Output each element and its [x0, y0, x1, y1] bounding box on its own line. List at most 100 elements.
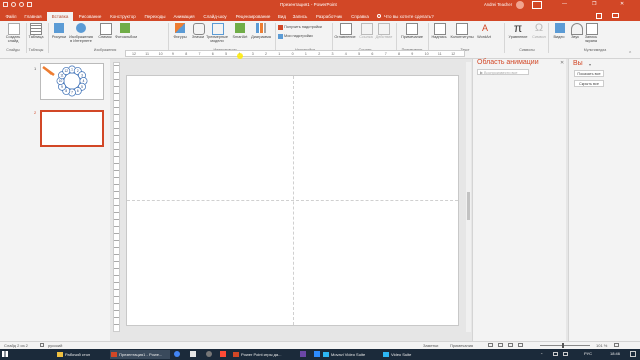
video-button[interactable]: Видео [550, 35, 568, 39]
taskbar-item-movavi[interactable]: Movavi Video Suite [322, 350, 382, 359]
save-icon[interactable] [3, 2, 8, 7]
ruler-tick-label: 2 [265, 51, 267, 56]
share-icon[interactable] [596, 13, 602, 19]
chrome-icon[interactable] [174, 351, 180, 357]
show-all-button[interactable]: Показать все [574, 70, 604, 77]
language-indicator[interactable]: русский [48, 343, 62, 348]
link-button[interactable]: Ссылка [357, 35, 375, 39]
avatar[interactable] [516, 1, 524, 9]
app-icon[interactable] [220, 351, 226, 357]
network-icon[interactable] [553, 352, 558, 356]
screen-recording-icon [586, 23, 598, 35]
slideshow-view-icon[interactable] [518, 343, 523, 347]
tab-view[interactable]: Вид [276, 12, 288, 21]
vertical-ruler[interactable] [113, 62, 120, 332]
wordart-button[interactable]: WordArt [474, 35, 494, 39]
clock[interactable]: 18:46 [610, 351, 620, 356]
comment-button[interactable]: Примечание [398, 35, 426, 39]
slide-thumbnail-2-selected[interactable] [40, 110, 104, 147]
text-box-button[interactable]: Надпись [429, 35, 449, 39]
app-icon[interactable] [206, 351, 212, 357]
minimize-button[interactable]: — [562, 1, 567, 7]
volume-icon[interactable] [563, 352, 568, 356]
tab-animations[interactable]: Анимация [170, 12, 198, 21]
tab-record[interactable]: Запись [291, 12, 309, 21]
symbol-button[interactable]: Символ [530, 35, 548, 39]
close-button[interactable]: ✕ [620, 1, 624, 7]
tab-draw[interactable]: Рисование [76, 12, 104, 21]
app-icon[interactable] [190, 351, 196, 357]
app-icon[interactable] [314, 351, 320, 357]
pane-options-icon[interactable]: ▾ [589, 62, 591, 67]
collapse-ribbon-icon[interactable]: ⌃ [628, 51, 632, 57]
slideshow-start-icon[interactable] [27, 2, 32, 7]
horizontal-guide[interactable] [127, 200, 458, 201]
ribbon-display-options-icon[interactable] [532, 1, 542, 9]
tab-review[interactable]: Рецензирование [232, 12, 274, 21]
zoom-level[interactable]: 101 % [596, 343, 607, 348]
video-icon [555, 23, 565, 33]
comments-icon[interactable] [612, 13, 619, 18]
chart-button[interactable]: Диаграмма [248, 35, 274, 39]
tab-help[interactable]: Справка [349, 12, 371, 21]
notes-button[interactable]: Заметки [423, 343, 438, 348]
reading-view-icon[interactable] [508, 343, 513, 347]
slide-thumbnail-1[interactable]: 1 2 3 4 5 6 7 8 9 10 11 12 [40, 63, 104, 100]
taskbar-item-video-suite[interactable]: Video Suite [382, 350, 432, 359]
ruler-tick-label: 8 [185, 51, 188, 56]
hide-all-button[interactable]: Скрыть все [574, 80, 604, 87]
tell-me-search[interactable]: Что вы хотите сделать? [384, 12, 450, 21]
header-footer-button[interactable]: Колонтитулы [449, 35, 475, 39]
tab-slideshow[interactable]: Слайд-шоу [201, 12, 229, 21]
play-all-button[interactable]: ▶ Воспроизвести все [477, 69, 529, 75]
screen-recording-button-line2: экрана [584, 39, 598, 43]
equation-button[interactable]: Уравнение [506, 35, 530, 39]
tab-design[interactable]: Конструктор [107, 12, 139, 21]
spellcheck-icon[interactable] [40, 343, 44, 347]
keyboard-language[interactable]: РУС [584, 351, 592, 356]
pictures-icon [54, 23, 64, 33]
tab-developer[interactable]: Разработчик [312, 12, 346, 21]
movavi-icon [323, 352, 329, 357]
photo-album-button[interactable]: Фотоальбом [114, 35, 138, 39]
text-box-icon [434, 23, 446, 35]
ruler-tick-label: 6 [211, 51, 214, 56]
link-icon [361, 23, 373, 35]
scrollbar-thumb[interactable] [467, 192, 470, 220]
tab-file[interactable]: Файл [4, 12, 18, 21]
horizontal-ruler[interactable]: 1211109876543210123456789101112 [125, 50, 465, 57]
tab-transitions[interactable]: Переходы [142, 12, 168, 21]
table-button[interactable]: Таблица [25, 35, 47, 39]
undo-icon[interactable] [11, 2, 16, 7]
ruler-tick-label: 7 [198, 51, 201, 56]
restore-button[interactable]: ❐ [592, 1, 596, 7]
my-addins-button[interactable]: Мои надстройки [284, 34, 313, 38]
slide-canvas[interactable] [126, 75, 459, 326]
taskbar-item-powerpoint[interactable]: Презентация1 - Powe... [110, 350, 170, 359]
fit-to-window-icon[interactable] [614, 343, 619, 347]
zoom-button[interactable]: Оглавление [333, 35, 357, 39]
tab-home[interactable]: Главная [21, 12, 45, 21]
action-button[interactable]: Действие [374, 35, 394, 39]
normal-view-icon[interactable] [488, 343, 493, 347]
windows-start-icon[interactable] [2, 351, 8, 357]
screenshot-button[interactable]: Снимок [96, 35, 114, 39]
redo-icon[interactable] [19, 2, 24, 7]
zoom-slider-thumb[interactable] [562, 343, 564, 348]
shapes-button[interactable]: Фигуры [170, 35, 190, 39]
tab-insert[interactable]: Вставка [47, 12, 73, 21]
animation-pane: Область анимации ✕ ▶ Воспроизвести все [472, 59, 566, 341]
app-icon[interactable] [300, 351, 306, 357]
vertical-scrollbar[interactable] [466, 62, 471, 332]
symbol-icon: Ω [534, 22, 544, 34]
notifications-icon[interactable] [630, 351, 636, 357]
tray-chevron-icon[interactable]: ⌃ [540, 352, 543, 357]
zoom-slider[interactable] [540, 345, 590, 346]
comments-button[interactable]: Примечания [450, 343, 473, 348]
animation-pane-close-button[interactable]: ✕ [560, 60, 564, 66]
3d-models-icon [212, 23, 224, 35]
user-name[interactable]: Andrei Teacher [484, 2, 512, 7]
get-addins-button[interactable]: Получить надстройки [284, 25, 322, 29]
slide-sorter-icon[interactable] [498, 343, 503, 347]
taskbar-item-ppt-games[interactable]: Power Point игры да... [232, 350, 296, 359]
